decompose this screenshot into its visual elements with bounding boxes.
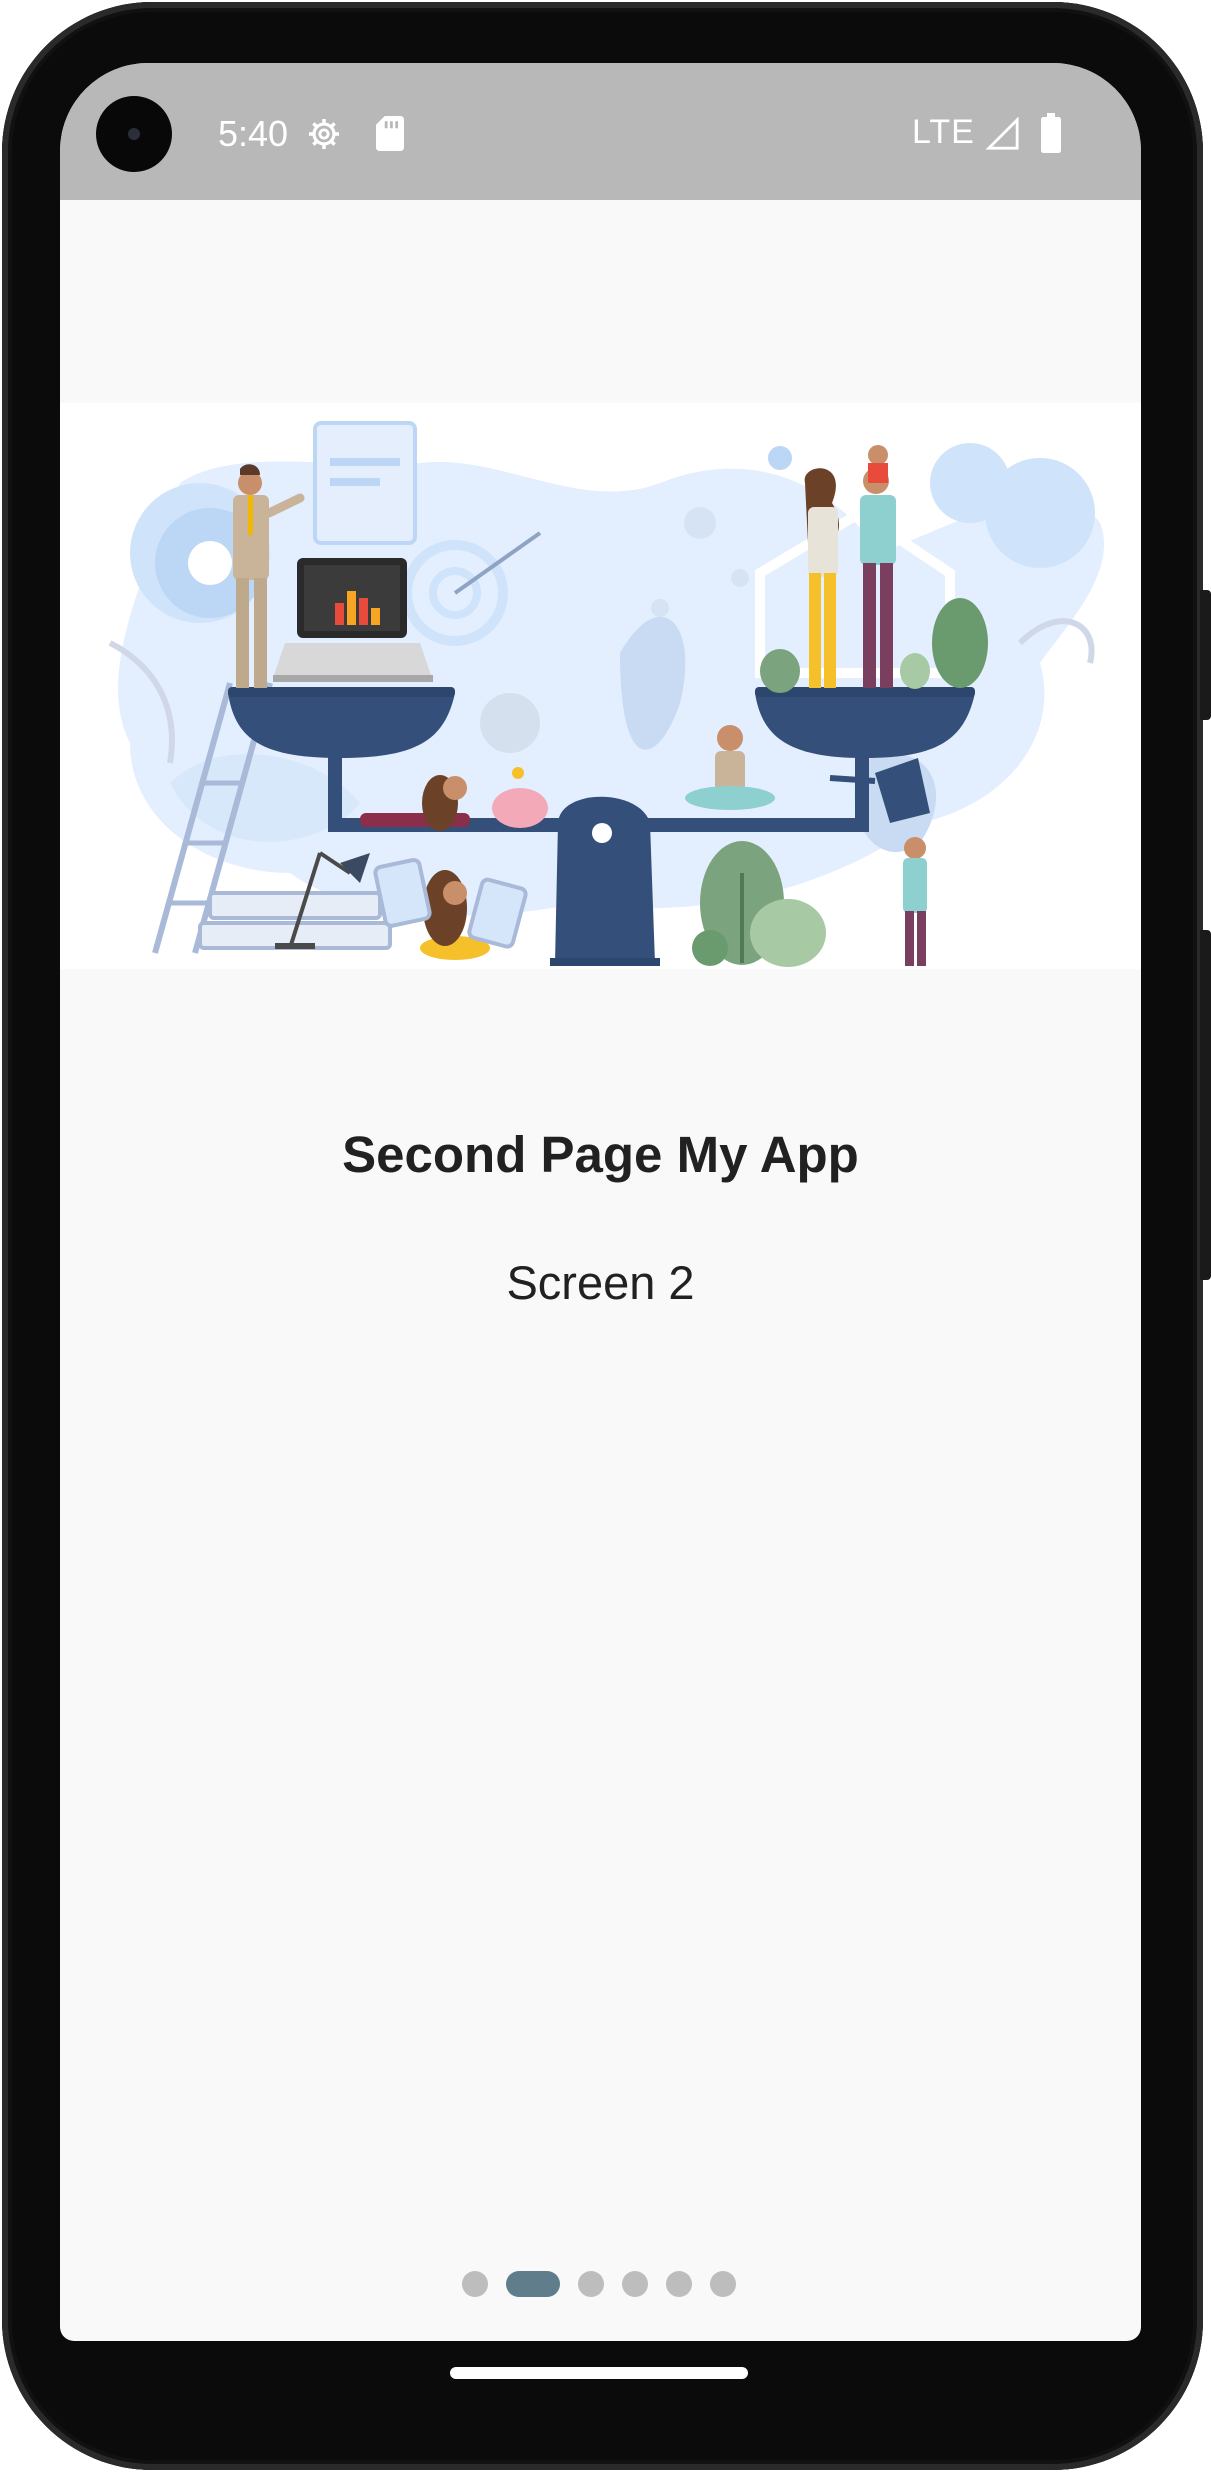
network-type: LTE [912,113,975,151]
page-dot-1[interactable] [462,2271,488,2297]
screen: 5:40 LTE Second Page My App Screen 2 [60,63,1141,2341]
page-subtitle: Screen 2 [506,1256,695,1309]
hero-illustration [60,403,1141,969]
volume-button [1200,930,1211,1280]
status-bar: 5:40 LTE [60,63,1141,200]
page-dot-5[interactable] [666,2271,692,2297]
work-life-balance-illustration [108,421,1105,967]
status-time: 5:40 [218,113,289,154]
battery-icon [1041,113,1061,153]
page-dot-3[interactable] [578,2271,604,2297]
power-button [1200,590,1211,720]
gear-icon [308,118,340,150]
page-dot-4[interactable] [622,2271,648,2297]
page-title: Second Page My App [342,1126,859,1183]
page-dot-2-active[interactable] [506,2271,560,2297]
sd-card-icon [376,116,404,151]
home-gesture-bar[interactable] [450,2367,748,2379]
signal-icon [986,117,1019,150]
page-dot-6[interactable] [710,2271,736,2297]
front-camera [96,96,172,172]
page-indicator [60,2269,1141,2299]
